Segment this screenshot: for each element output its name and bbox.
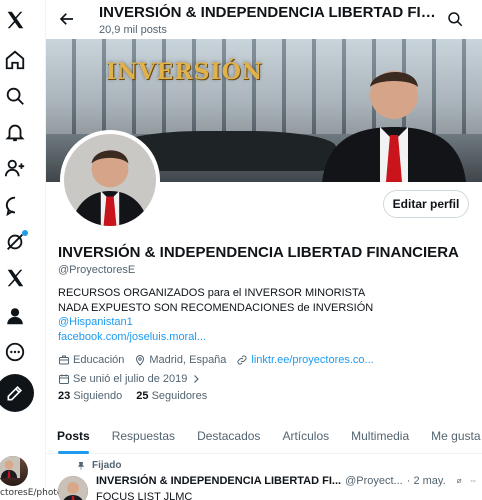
banner-title-text: INVERSIÓN (106, 59, 263, 85)
tab-media[interactable]: Multimedia (340, 418, 420, 454)
followers-link[interactable]: 25 Seguidores (136, 390, 207, 402)
post-author-name[interactable]: INVERSIÓN & INDEPENDENCIA LIBERTAD FI... (96, 475, 341, 487)
chevron-right-icon[interactable] (190, 373, 202, 385)
profile-handle: @ProyectoresE (58, 264, 136, 276)
tab-likes[interactable]: Me gusta (420, 418, 482, 454)
account-avatar[interactable] (0, 456, 28, 486)
pin-icon (77, 461, 85, 470)
profile-header-bar: INVERSIÓN & INDEPENDENCIA LIBERTAD FINAN… (46, 0, 482, 39)
person-add-icon[interactable] (3, 156, 27, 180)
link-icon (237, 355, 247, 365)
bell-icon[interactable] (3, 120, 27, 144)
post-author-avatar[interactable] (58, 476, 88, 500)
edit-profile-button[interactable]: Editar perfil (383, 190, 469, 218)
following-link[interactable]: 23 Siguiendo (58, 390, 122, 402)
pinned-indicator: Fijado (76, 460, 121, 471)
x-logo-icon[interactable] (3, 8, 27, 32)
follow-stats: 23 Siguiendo 25 Seguidores (58, 390, 207, 402)
home-icon[interactable] (3, 48, 27, 72)
banner-man-figure (322, 71, 466, 182)
back-arrow-icon[interactable] (58, 10, 76, 28)
location-pin-icon (136, 355, 145, 366)
post-text: FOCUS LIST JLMC (96, 491, 193, 500)
profile-name: INVERSIÓN & INDEPENDENCIA LIBERTAD FINAN… (58, 244, 459, 261)
sidebar-nav: ctoresE/photo (0, 0, 63, 500)
profile-joined: Se unió el julio de 2019 (73, 373, 188, 385)
notification-dot (22, 230, 28, 236)
post-header: INVERSIÓN & INDEPENDENCIA LIBERTAD FI...… (96, 475, 476, 487)
profile-website-link[interactable]: linktr.ee/proyectores.co... (251, 354, 373, 366)
bio-line: RECURSOS ORGANIZADOS para el INVERSOR MI… (58, 287, 366, 299)
bio-line: NADA EXPUESTO SON RECOMENDACIONES de INV… (58, 301, 374, 314)
profile-tabs: Posts Respuestas Destacados Artículos Mu… (46, 418, 482, 454)
tab-highlights[interactable]: Destacados (186, 418, 271, 454)
profile-icon[interactable] (3, 304, 27, 328)
profile-bio: RECURSOS ORGANIZADOS para el INVERSOR MI… (58, 286, 468, 344)
bio-mention-link[interactable]: @Hispanistan1 (58, 315, 468, 330)
briefcase-icon (59, 355, 69, 365)
grok-icon[interactable] (456, 475, 462, 487)
tab-posts[interactable]: Posts (46, 418, 101, 454)
search-icon[interactable] (3, 84, 27, 108)
calendar-icon (59, 374, 69, 384)
tab-articles[interactable]: Artículos (271, 418, 340, 454)
post-author-handle[interactable]: @Proyect... (345, 475, 403, 487)
chat-icon[interactable] (3, 194, 27, 218)
more-options-icon[interactable] (470, 475, 476, 487)
tab-replies[interactable]: Respuestas (101, 418, 186, 454)
profile-meta: Educación Madrid, España linktr.ee/proye… (58, 352, 478, 390)
profile-category: Educación (73, 354, 125, 366)
compose-icon (7, 385, 23, 401)
search-icon[interactable] (446, 10, 464, 28)
header-posts-count: 20,9 mil posts (99, 24, 167, 36)
profile-location: Madrid, España (149, 354, 227, 366)
profile-avatar[interactable] (60, 130, 160, 230)
x-premium-icon[interactable] (3, 266, 27, 290)
more-icon[interactable] (3, 340, 27, 364)
bio-facebook-link[interactable]: facebook.com/joseluis.moral... (58, 330, 468, 345)
compose-post-button[interactable] (0, 374, 34, 412)
header-title: INVERSIÓN & INDEPENDENCIA LIBERTAD FINAN… (99, 4, 441, 21)
post-date[interactable]: · 2 may. (407, 475, 446, 487)
profile-main: INVERSIÓN & INDEPENDENCIA LIBERTAD FINAN… (46, 0, 482, 500)
pinned-label: Fijado (92, 460, 122, 471)
